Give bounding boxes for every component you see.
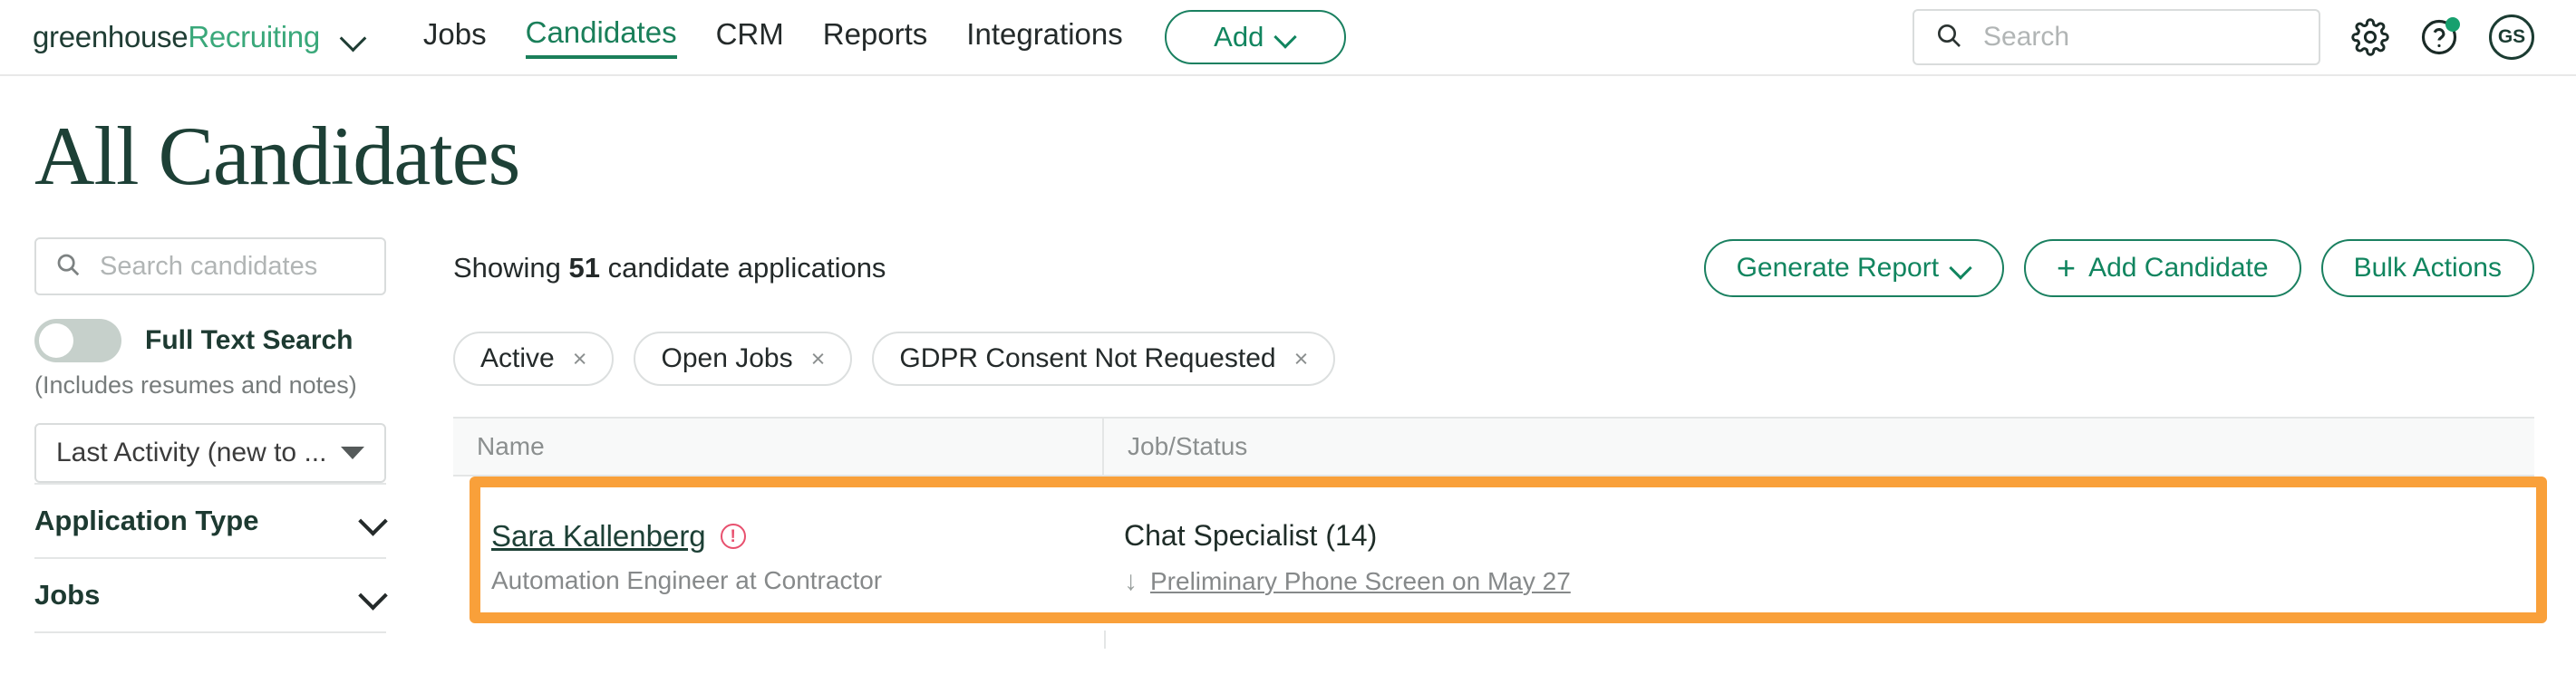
- gear-icon[interactable]: [2351, 18, 2389, 56]
- full-text-search-sublabel: (Includes resumes and notes): [34, 371, 357, 399]
- filter-chip-open-jobs[interactable]: Open Jobs ×: [634, 332, 853, 386]
- close-icon[interactable]: ×: [573, 346, 587, 371]
- candidate-name-link[interactable]: Sara Kallenberg: [491, 519, 706, 554]
- bulk-actions-button[interactable]: Bulk Actions: [2320, 239, 2534, 297]
- brand-name-recruiting: Recruiting: [188, 20, 320, 53]
- full-text-search-label: Full Text Search: [145, 325, 353, 355]
- table-body: Sara Kallenberg ! Automation Engineer at…: [453, 477, 2547, 631]
- nav-link-reports[interactable]: Reports: [823, 17, 928, 57]
- filter-chip-label: GDPR Consent Not Requested: [899, 343, 1276, 373]
- search-icon: [1934, 21, 1963, 54]
- add-candidate-label: Add Candidate: [2088, 253, 2269, 283]
- filter-chip-active[interactable]: Active ×: [453, 332, 615, 386]
- global-search-box[interactable]: [1913, 9, 2320, 65]
- global-search-input[interactable]: [1981, 21, 2299, 53]
- candidate-name-line: Sara Kallenberg !: [491, 519, 1104, 554]
- add-button[interactable]: Add: [1164, 10, 1346, 64]
- sidebar-divider: [34, 631, 386, 633]
- results-count-label: Showing 51 candidate applications: [453, 252, 886, 284]
- filter-title: Application Type: [34, 505, 259, 536]
- cell-job-status: Chat Specialist (14) ↓ Preliminary Phone…: [1104, 519, 2534, 596]
- generate-report-label: Generate Report: [1736, 253, 1940, 283]
- nav-link-jobs[interactable]: Jobs: [423, 17, 487, 57]
- filter-chip-label: Active: [480, 343, 555, 373]
- add-button-label: Add: [1214, 21, 1264, 53]
- column-header-name[interactable]: Name: [453, 419, 1104, 475]
- status-link[interactable]: Preliminary Phone Screen on May 27: [1150, 567, 1571, 596]
- sidebar: Full Text Search (Includes resumes and n…: [0, 237, 422, 633]
- close-icon[interactable]: ×: [811, 346, 826, 371]
- job-title: Chat Specialist (14): [1124, 518, 1378, 552]
- candidate-subtitle: Automation Engineer at Contractor: [491, 566, 883, 594]
- close-icon[interactable]: ×: [1294, 346, 1309, 371]
- job-status-line: ↓ Preliminary Phone Screen on May 27: [1124, 567, 2534, 596]
- chevron-down-icon: [361, 508, 386, 534]
- search-icon: [54, 251, 82, 283]
- chevron-down-icon[interactable]: [340, 24, 367, 51]
- chevron-down-icon: [361, 583, 386, 608]
- toggle-knob: [39, 323, 73, 358]
- page-title: All Candidates: [34, 110, 520, 202]
- filter-chip-label: Open Jobs: [661, 343, 793, 373]
- help-icon[interactable]: [2420, 17, 2460, 56]
- filter-section-jobs[interactable]: Jobs: [34, 557, 386, 631]
- filter-chip-gdpr[interactable]: GDPR Consent Not Requested ×: [872, 332, 1336, 386]
- full-text-search-row: Full Text Search: [34, 319, 386, 362]
- chevron-down-icon: [1276, 27, 1296, 47]
- avatar[interactable]: GS: [2489, 14, 2534, 60]
- chevron-down-icon: [341, 447, 364, 459]
- brand-logo[interactable]: greenhouseRecruiting: [33, 20, 367, 54]
- filter-section-application-type[interactable]: Application Type: [34, 483, 386, 557]
- main-action-buttons: Generate Report + Add Candidate Bulk Act…: [1703, 239, 2534, 297]
- add-candidate-button[interactable]: + Add Candidate: [2024, 239, 2301, 297]
- cell-name: Sara Kallenberg ! Automation Engineer at…: [453, 519, 1104, 595]
- plus-icon: +: [2057, 248, 2077, 286]
- alert-circle-icon[interactable]: !: [720, 524, 746, 549]
- brand-text: greenhouseRecruiting: [33, 20, 320, 54]
- sort-select[interactable]: Last Activity (new to ...: [34, 423, 386, 483]
- nav-link-crm[interactable]: CRM: [716, 17, 784, 57]
- arrow-down-icon: ↓: [1124, 565, 1138, 596]
- generate-report-button[interactable]: Generate Report: [1703, 239, 2005, 297]
- nav-link-candidates[interactable]: Candidates: [525, 15, 677, 59]
- brand-name-greenhouse: greenhouse: [33, 20, 189, 53]
- primary-nav-links: Jobs Candidates CRM Reports Integrations: [423, 15, 1123, 59]
- showing-prefix: Showing: [453, 252, 561, 284]
- nav-link-integrations[interactable]: Integrations: [966, 17, 1122, 57]
- nav-right-cluster: GS: [1913, 9, 2534, 65]
- main-toolbar: Showing 51 candidate applications Genera…: [453, 237, 2534, 299]
- active-filter-chips: Active × Open Jobs × GDPR Consent Not Re…: [453, 332, 2534, 386]
- table-header-row: Name Job/Status: [453, 417, 2534, 477]
- table-row[interactable]: Sara Kallenberg ! Automation Engineer at…: [453, 484, 2534, 631]
- chevron-down-icon: [1951, 258, 1971, 278]
- sort-select-value: Last Activity (new to ...: [56, 438, 327, 467]
- showing-count: 51: [568, 252, 601, 284]
- page-body: Full Text Search (Includes resumes and n…: [0, 237, 2576, 649]
- candidates-table: Name Job/Status Sara Kallenberg ! Automa…: [453, 417, 2547, 649]
- full-text-search-toggle[interactable]: [34, 319, 121, 362]
- showing-suffix: candidate applications: [607, 252, 886, 284]
- notification-dot-icon: [2445, 17, 2460, 32]
- column-header-job-status[interactable]: Job/Status: [1104, 419, 2534, 475]
- top-navigation-bar: greenhouseRecruiting Jobs Candidates CRM…: [0, 0, 2576, 76]
- filter-title: Jobs: [34, 579, 101, 611]
- bulk-actions-label: Bulk Actions: [2353, 253, 2502, 283]
- main-content: Showing 51 candidate applications Genera…: [422, 237, 2576, 649]
- candidate-search-box[interactable]: [34, 237, 386, 295]
- candidate-search-input[interactable]: [98, 250, 366, 283]
